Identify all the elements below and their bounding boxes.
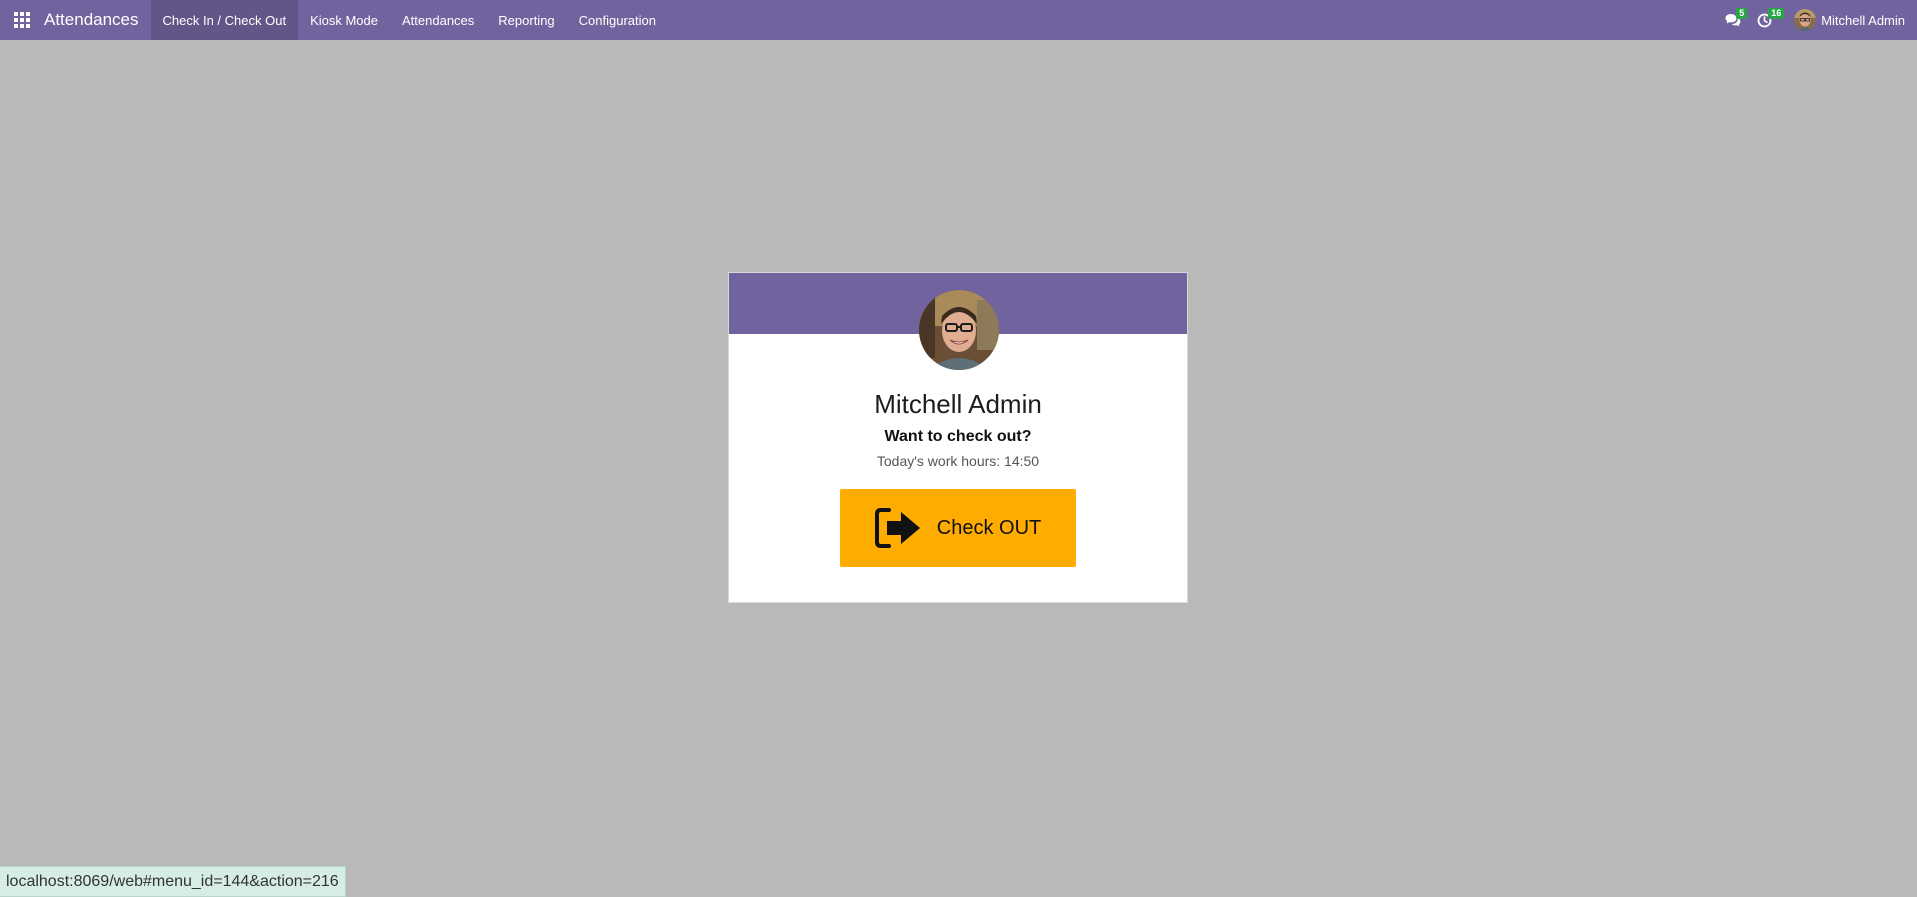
messages-button[interactable]: 5 <box>1725 0 1748 40</box>
apps-grid-icon[interactable] <box>0 0 44 40</box>
user-menu[interactable]: Mitchell Admin <box>1794 9 1905 31</box>
user-name: Mitchell Admin <box>1821 12 1905 28</box>
url-status-bar: localhost:8069/web#menu_id=144&action=21… <box>0 866 346 897</box>
attendance-card: Mitchell Admin Want to check out? Today'… <box>728 272 1188 603</box>
menu-attendances[interactable]: Attendances <box>390 0 486 40</box>
user-avatar <box>1794 9 1817 31</box>
main-menu: Check In / Check Out Kiosk Mode Attendan… <box>150 0 668 40</box>
check-out-button[interactable]: Check OUT <box>840 489 1076 567</box>
employee-name: Mitchell Admin <box>874 389 1042 419</box>
menu-reporting[interactable]: Reporting <box>486 0 566 40</box>
checkout-question: Want to check out? <box>884 428 1032 445</box>
employee-avatar <box>919 290 999 370</box>
activities-button[interactable]: 16 <box>1757 0 1785 40</box>
systray: 5 16 Mitchell Admin <box>1709 0 1917 40</box>
app-title[interactable]: Attendances <box>44 10 151 30</box>
top-navbar: Attendances Check In / Check Out Kiosk M… <box>0 0 1917 40</box>
sign-out-icon <box>874 508 920 548</box>
messages-badge: 5 <box>1736 8 1748 19</box>
check-out-label: Check OUT <box>936 516 1042 539</box>
menu-configuration[interactable]: Configuration <box>567 0 668 40</box>
activities-badge: 16 <box>1768 8 1785 19</box>
menu-kiosk-mode[interactable]: Kiosk Mode <box>298 0 390 40</box>
work-hours-text: Today's work hours: 14:50 <box>876 453 1040 469</box>
menu-check-in-check-out[interactable]: Check In / Check Out <box>150 0 299 40</box>
